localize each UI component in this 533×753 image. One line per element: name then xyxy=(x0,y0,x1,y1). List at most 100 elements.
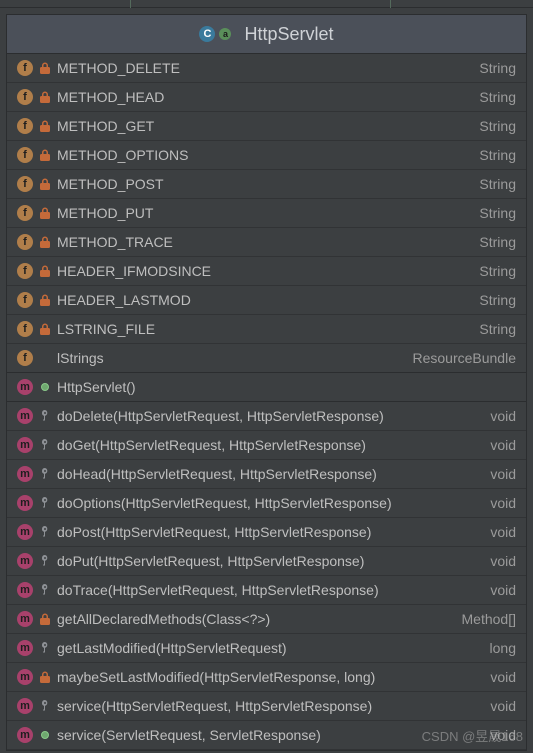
key-icon xyxy=(39,410,51,422)
method-name: maybeSetLastModified(HttpServletResponse… xyxy=(57,669,476,685)
lock-icon xyxy=(39,62,51,74)
field-name: METHOD_OPTIONS xyxy=(57,147,465,163)
method-icon: m xyxy=(17,466,33,482)
field-type: String xyxy=(479,118,516,134)
key-icon xyxy=(39,555,51,567)
field-row[interactable]: f METHOD_TRACE String xyxy=(7,228,526,257)
constructor-row[interactable]: m HttpServlet() xyxy=(7,373,526,402)
field-icon: f xyxy=(17,234,33,250)
key-icon xyxy=(39,642,51,654)
method-icon: m xyxy=(17,408,33,424)
method-icon: m xyxy=(17,640,33,656)
field-name: HEADER_LASTMOD xyxy=(57,292,465,308)
field-icon: f xyxy=(17,292,33,308)
field-name: METHOD_PUT xyxy=(57,205,465,221)
method-row[interactable]: m getLastModified(HttpServletRequest) lo… xyxy=(7,634,526,663)
method-name: service(ServletRequest, ServletResponse) xyxy=(57,727,476,743)
class-structure-panel: C a HttpServlet f METHOD_DELETE String f… xyxy=(6,14,527,751)
method-type: long xyxy=(490,640,516,656)
field-type: String xyxy=(479,176,516,192)
field-name: LSTRING_FILE xyxy=(57,321,465,337)
method-name: doHead(HttpServletRequest, HttpServletRe… xyxy=(57,466,476,482)
method-row[interactable]: m doHead(HttpServletRequest, HttpServlet… xyxy=(7,460,526,489)
key-icon xyxy=(39,700,51,712)
method-row[interactable]: m getAllDeclaredMethods(Class<?>) Method… xyxy=(7,605,526,634)
method-icon: m xyxy=(17,611,33,627)
field-type: String xyxy=(479,234,516,250)
method-name: doPost(HttpServletRequest, HttpServletRe… xyxy=(57,524,476,540)
lock-icon xyxy=(39,120,51,132)
key-icon xyxy=(39,584,51,596)
key-icon xyxy=(39,439,51,451)
method-icon: m xyxy=(17,727,33,743)
method-row[interactable]: m doPut(HttpServletRequest, HttpServletR… xyxy=(7,547,526,576)
field-type: String xyxy=(479,89,516,105)
method-row[interactable]: m doDelete(HttpServletRequest, HttpServl… xyxy=(7,402,526,431)
field-row[interactable]: f METHOD_OPTIONS String xyxy=(7,141,526,170)
field-name: METHOD_DELETE xyxy=(57,60,465,76)
field-name: METHOD_POST xyxy=(57,176,465,192)
field-icon: f xyxy=(17,205,33,221)
method-type: void xyxy=(490,582,516,598)
field-icon: f xyxy=(17,147,33,163)
method-row[interactable]: m service(ServletRequest, ServletRespons… xyxy=(7,721,526,750)
method-icon: m xyxy=(17,437,33,453)
method-row[interactable]: m doPost(HttpServletRequest, HttpServlet… xyxy=(7,518,526,547)
lock-icon xyxy=(39,671,51,683)
method-icon: m xyxy=(17,669,33,685)
method-name: doOptions(HttpServletRequest, HttpServle… xyxy=(57,495,476,511)
field-row[interactable]: f METHOD_POST String xyxy=(7,170,526,199)
lock-icon xyxy=(39,236,51,248)
method-icon: m xyxy=(17,524,33,540)
field-icon: f xyxy=(17,118,33,134)
method-icon: m xyxy=(17,582,33,598)
field-name: METHOD_HEAD xyxy=(57,89,465,105)
method-type: void xyxy=(490,466,516,482)
field-type: String xyxy=(479,263,516,279)
field-type: String xyxy=(479,60,516,76)
field-icon: f xyxy=(17,263,33,279)
field-row[interactable]: f lStrings ResourceBundle xyxy=(7,344,526,373)
method-icon: m xyxy=(17,379,33,395)
method-icon: m xyxy=(17,553,33,569)
method-type: Method[] xyxy=(462,611,516,627)
lock-icon xyxy=(39,323,51,335)
field-icon: f xyxy=(17,60,33,76)
method-type: void xyxy=(490,669,516,685)
field-row[interactable]: f HEADER_LASTMOD String xyxy=(7,286,526,315)
method-name: doDelete(HttpServletRequest, HttpServlet… xyxy=(57,408,476,424)
method-name: getLastModified(HttpServletRequest) xyxy=(57,640,476,656)
field-row[interactable]: f HEADER_IFMODSINCE String xyxy=(7,257,526,286)
method-icon: m xyxy=(17,698,33,714)
lock-icon xyxy=(39,149,51,161)
method-row[interactable]: m service(HttpServletRequest, HttpServle… xyxy=(7,692,526,721)
field-icon: f xyxy=(17,89,33,105)
field-row[interactable]: f LSTRING_FILE String xyxy=(7,315,526,344)
field-type: String xyxy=(479,321,516,337)
method-row[interactable]: m doGet(HttpServletRequest, HttpServletR… xyxy=(7,431,526,460)
method-row[interactable]: m doTrace(HttpServletRequest, HttpServle… xyxy=(7,576,526,605)
field-row[interactable]: f METHOD_PUT String xyxy=(7,199,526,228)
field-row[interactable]: f METHOD_GET String xyxy=(7,112,526,141)
lock-icon xyxy=(39,91,51,103)
spacer-icon xyxy=(39,352,51,364)
method-name: getAllDeclaredMethods(Class<?>) xyxy=(57,611,448,627)
method-name: doPut(HttpServletRequest, HttpServletRes… xyxy=(57,553,476,569)
method-row[interactable]: m maybeSetLastModified(HttpServletRespon… xyxy=(7,663,526,692)
method-type: void xyxy=(490,408,516,424)
lock-icon xyxy=(39,265,51,277)
field-icon: f xyxy=(17,321,33,337)
lock-icon xyxy=(39,294,51,306)
method-row[interactable]: m doOptions(HttpServletRequest, HttpServ… xyxy=(7,489,526,518)
field-type: ResourceBundle xyxy=(412,350,516,366)
method-type: void xyxy=(490,698,516,714)
public-dot-icon xyxy=(39,381,51,393)
class-header[interactable]: C a HttpServlet xyxy=(7,15,526,54)
field-icon: f xyxy=(17,350,33,366)
field-row[interactable]: f METHOD_DELETE String xyxy=(7,54,526,83)
field-name: HEADER_IFMODSINCE xyxy=(57,263,465,279)
method-name: doTrace(HttpServletRequest, HttpServletR… xyxy=(57,582,476,598)
field-row[interactable]: f METHOD_HEAD String xyxy=(7,83,526,112)
field-icon: f xyxy=(17,176,33,192)
key-icon xyxy=(39,468,51,480)
